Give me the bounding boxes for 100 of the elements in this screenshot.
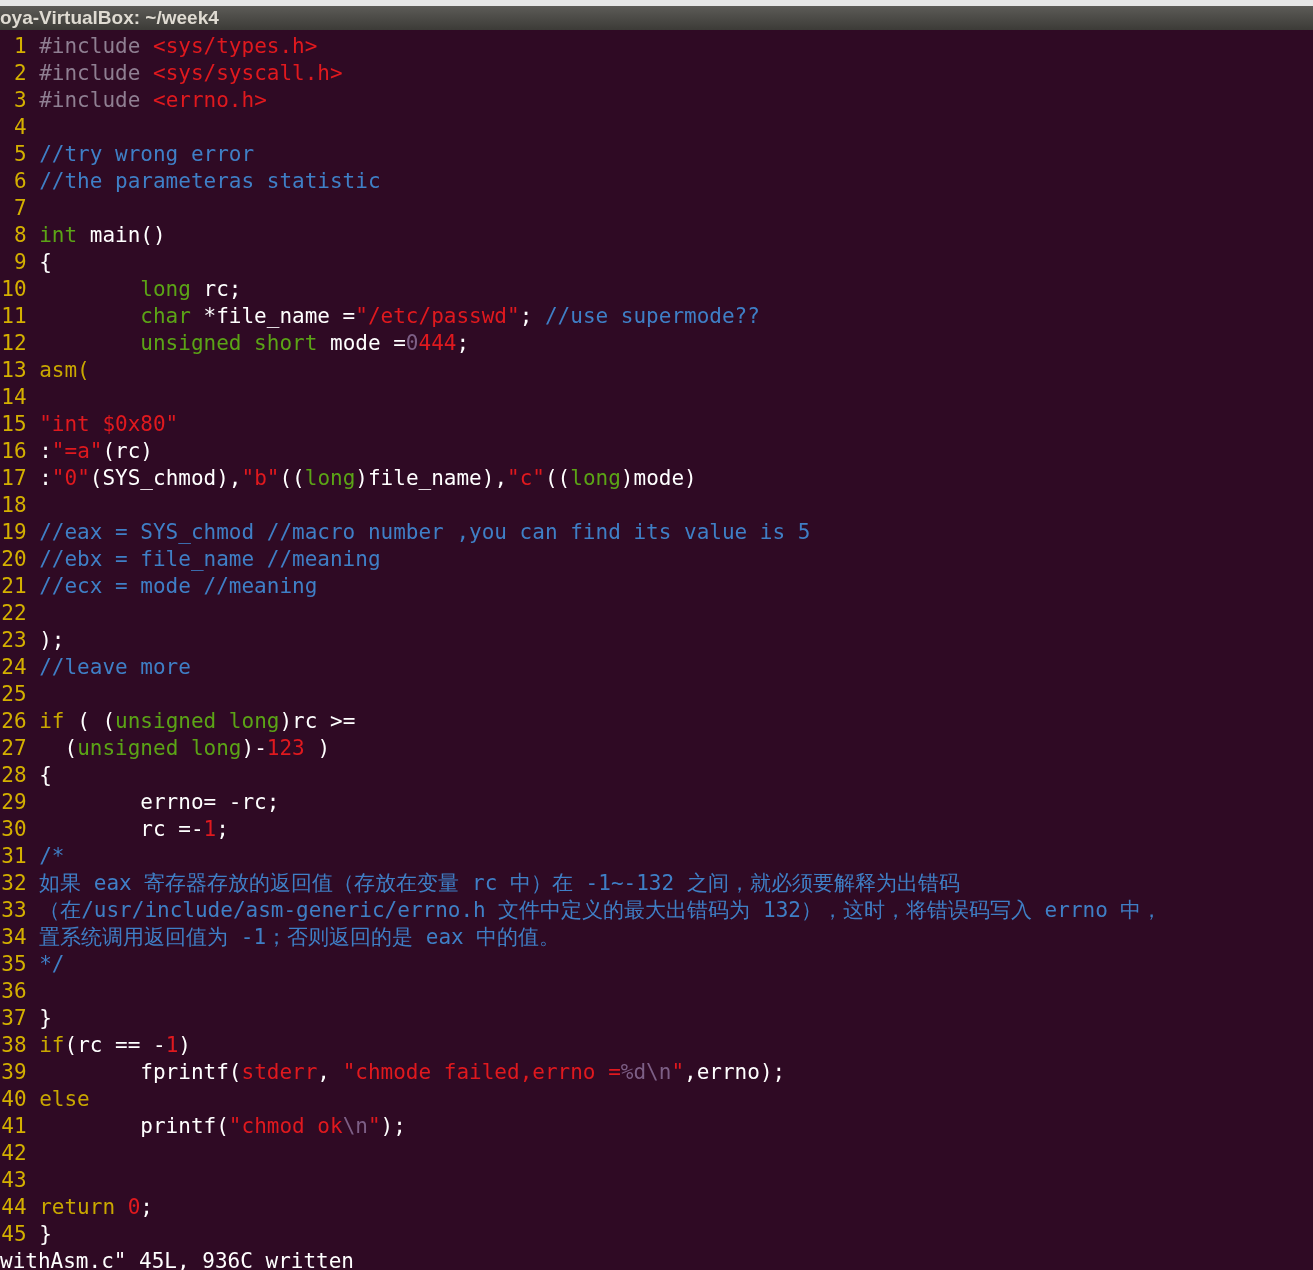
string-literal: stderr — [241, 1059, 318, 1086]
line-number: 2 — [12, 60, 27, 87]
line-number: 42 — [0, 1140, 27, 1167]
comment-text: //ebx = file_name //meaning — [39, 546, 381, 573]
code-text: ; — [216, 816, 229, 843]
line-number: 28 — [0, 762, 27, 789]
code-text: rc =- — [139, 816, 204, 843]
line-number: 39 — [0, 1059, 27, 1086]
line-number: 18 — [0, 492, 27, 519]
type-keyword: long — [570, 465, 621, 492]
code-text: ); — [39, 627, 65, 654]
code-text: ; — [456, 330, 470, 357]
line-number: 13 — [0, 357, 27, 384]
code-text: mode = — [329, 330, 406, 357]
code-text: ,errno); — [684, 1059, 786, 1086]
line-number: 19 — [0, 519, 27, 546]
code-text: (( — [279, 465, 305, 492]
window-title: oya-VirtualBox: ~/week4 — [0, 6, 219, 30]
line-number: 10 — [0, 276, 27, 303]
comment-text: 置系统调用返回值为 -1；否则返回的是 eax 中的值。 — [39, 924, 561, 951]
code-text: (rc) — [102, 438, 153, 465]
preprocessor-directive: #include — [39, 33, 141, 60]
code-text: ( — [63, 735, 78, 762]
comment-text: //ecx = mode //meaning — [39, 573, 318, 600]
type-keyword: int — [39, 222, 78, 249]
line-number: 15 — [0, 411, 27, 438]
line-number: 44 — [0, 1194, 27, 1221]
line-number: 35 — [0, 951, 27, 978]
line-number: 37 — [0, 1005, 27, 1032]
keyword: if — [39, 1032, 65, 1059]
type-keyword: char — [139, 303, 191, 330]
code-text: fprintf( — [139, 1059, 242, 1086]
line-number: 20 — [0, 546, 27, 573]
string-literal: " — [671, 1059, 685, 1086]
line-number: 30 — [0, 816, 27, 843]
line-number: 5 — [12, 141, 27, 168]
code-text: ) — [178, 1032, 191, 1059]
comment-text: //try wrong error — [39, 141, 255, 168]
line-number: 40 — [0, 1086, 27, 1113]
line-number: 38 — [0, 1032, 27, 1059]
string-literal: 0 — [126, 1194, 141, 1221]
code-text: ) — [316, 735, 331, 762]
line-number: 17 — [0, 465, 27, 492]
keyword: else — [39, 1086, 90, 1113]
line-number: 26 — [0, 708, 27, 735]
line-number: 7 — [12, 195, 27, 222]
string-literal: " — [367, 1113, 381, 1140]
code-text: ; — [519, 303, 533, 330]
line-number: 43 — [0, 1167, 27, 1194]
comment-text: //leave more — [39, 654, 191, 681]
line-number: 41 — [0, 1113, 27, 1140]
line-number: 34 — [0, 924, 27, 951]
line-number: 16 — [0, 438, 27, 465]
line-number: 4 — [12, 114, 27, 141]
code-text: (SYS_chmod), — [89, 465, 242, 492]
code-text: )rc >= — [279, 708, 356, 735]
string-literal: 1 — [165, 1032, 179, 1059]
comment-text: /* — [39, 843, 65, 870]
line-number: 9 — [12, 249, 27, 276]
line-number: 1 — [12, 33, 27, 60]
code-text: rc; — [202, 276, 242, 303]
code-text: )mode) — [620, 465, 697, 492]
code-text: ); — [380, 1113, 406, 1140]
type-keyword: long — [139, 276, 191, 303]
keyword: if — [39, 708, 65, 735]
escape-sequence: %d\n — [620, 1059, 672, 1086]
line-number: 29 — [0, 789, 27, 816]
line-number: 23 — [0, 627, 27, 654]
comment-text: （在/usr/include/asm-generic/errno.h 文件中定义的最大出错码为 132），这时，将错误码写入 errno 中， — [39, 897, 1163, 924]
type-keyword: unsigned short — [139, 330, 318, 357]
line-number: 22 — [0, 600, 27, 627]
code-text: (( — [544, 465, 571, 492]
code-text: } — [39, 1005, 52, 1032]
code-text: : — [39, 438, 52, 465]
line-number: 31 — [0, 843, 27, 870]
type-keyword: long — [304, 465, 356, 492]
code-text: *file_name = — [202, 303, 356, 330]
code-text: )- — [241, 735, 267, 762]
string-literal: "b" — [241, 465, 280, 492]
code-text: main() — [88, 222, 166, 249]
comment-text: 如果 eax 寄存器存放的返回值（存放在变量 rc 中）在 -1~-132 之间，就必须要解释为出错码 — [39, 870, 960, 897]
string-literal: 123 — [266, 735, 305, 762]
code-text: errno= -rc; — [139, 789, 280, 816]
code-text: ; — [140, 1194, 153, 1221]
string-literal: "0" — [51, 465, 90, 492]
code-text: { — [39, 762, 52, 789]
comment-text: //eax = SYS_chmod //macro number ,you can find its value is 5 — [39, 519, 811, 546]
code-text: : — [39, 465, 52, 492]
code-text: { — [39, 249, 52, 276]
string-literal: 1 — [203, 816, 217, 843]
code-text: (rc == - — [64, 1032, 166, 1059]
line-number: 24 — [0, 654, 27, 681]
string-literal: <errno.h> — [152, 87, 267, 114]
escape-sequence: \n — [342, 1113, 368, 1140]
preprocessor-directive: #include — [39, 87, 141, 114]
keyword: asm( — [39, 357, 90, 384]
line-number: 12 — [0, 330, 27, 357]
comment-text: //use supermode?? — [543, 303, 760, 330]
line-number: 3 — [12, 87, 27, 114]
escape-sequence: 0 — [405, 330, 419, 357]
